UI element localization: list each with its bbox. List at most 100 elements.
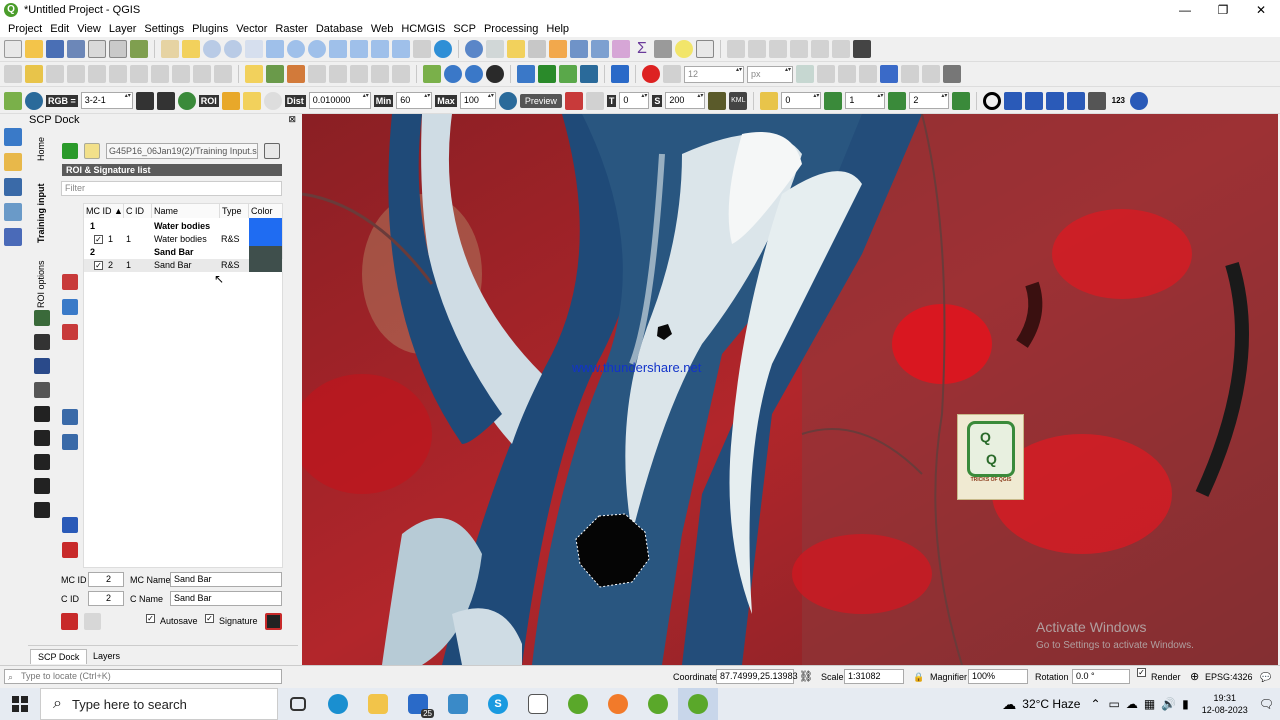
mail-app[interactable]: 25 bbox=[398, 688, 438, 720]
number-icon[interactable]: 123 bbox=[1109, 92, 1127, 110]
menu-raster[interactable]: Raster bbox=[271, 23, 311, 35]
plugin-2-icon[interactable] bbox=[559, 65, 577, 83]
bookmark-icon[interactable] bbox=[413, 40, 431, 58]
magnifier-field[interactable]: 100% bbox=[968, 669, 1028, 684]
reverse-line-icon[interactable] bbox=[880, 65, 898, 83]
toggle-editing-icon[interactable] bbox=[25, 65, 43, 83]
menu-database[interactable]: Database bbox=[312, 23, 367, 35]
digitize-2-icon[interactable] bbox=[748, 40, 766, 58]
photos-app[interactable] bbox=[438, 688, 478, 720]
map-canvas[interactable]: Q Q TRICKS OF QGIS www.thundershare.net … bbox=[302, 114, 1278, 665]
reset-training-icon[interactable] bbox=[264, 143, 280, 159]
dock-close-icon[interactable]: ⊠ bbox=[288, 114, 296, 125]
rotation-field[interactable]: 0.0 ° bbox=[1072, 669, 1130, 684]
scp-home-icon[interactable] bbox=[4, 91, 22, 110]
node-icon[interactable] bbox=[1046, 91, 1065, 110]
python-icon[interactable] bbox=[517, 65, 535, 83]
shape-icon[interactable] bbox=[901, 65, 919, 83]
zoom-selection-icon[interactable] bbox=[287, 40, 305, 58]
advanced-digitize-icon[interactable] bbox=[796, 65, 814, 83]
download-products-icon[interactable] bbox=[34, 358, 50, 374]
snapping-icon[interactable] bbox=[663, 65, 681, 83]
plugin-3-icon[interactable] bbox=[580, 65, 598, 83]
value-2-field[interactable]: 1 bbox=[845, 92, 886, 109]
band-calc-icon[interactable] bbox=[34, 454, 50, 470]
calc-signature-icon[interactable] bbox=[62, 299, 78, 315]
scale-select[interactable]: 1:31082 bbox=[844, 669, 904, 684]
add-raster-icon[interactable] bbox=[4, 153, 22, 171]
add-database-icon[interactable] bbox=[4, 228, 22, 246]
zoom-preview-icon[interactable] bbox=[498, 91, 517, 110]
value-1-field[interactable]: 0 bbox=[781, 92, 822, 109]
menu-view[interactable]: View bbox=[73, 23, 105, 35]
tab-roi-options[interactable]: ROI options bbox=[36, 259, 52, 309]
volume-icon[interactable]: 🔊 bbox=[1161, 697, 1176, 711]
filter-input[interactable]: Filter bbox=[61, 181, 282, 196]
open-training-icon[interactable] bbox=[84, 143, 100, 159]
road-icon[interactable] bbox=[1088, 91, 1107, 110]
digitize-5-icon[interactable] bbox=[811, 40, 829, 58]
merge-icon[interactable] bbox=[62, 274, 78, 290]
preview-button[interactable]: Preview bbox=[519, 93, 562, 108]
min-field[interactable]: 60 bbox=[396, 92, 433, 109]
tab-scp-dock[interactable]: SCP Dock bbox=[30, 649, 88, 664]
paste-features-icon[interactable] bbox=[172, 65, 190, 83]
zoom-out-icon[interactable] bbox=[224, 40, 242, 58]
select-by-value-icon[interactable] bbox=[528, 40, 546, 58]
snap-icon[interactable] bbox=[1067, 91, 1086, 110]
col-type[interactable]: Type bbox=[220, 204, 249, 218]
mc-name-field[interactable]: Sand Bar bbox=[170, 572, 282, 587]
label-tool-icon[interactable] bbox=[245, 65, 263, 83]
row-color-swatch[interactable] bbox=[249, 218, 282, 234]
zoom-layer-icon[interactable] bbox=[308, 40, 326, 58]
save-edits-icon[interactable] bbox=[46, 65, 64, 83]
label-change-icon[interactable] bbox=[371, 65, 389, 83]
table-row[interactable]: ✓ 1 1 Water bodies R&S bbox=[84, 233, 283, 246]
new-project-icon[interactable] bbox=[4, 40, 22, 58]
label-rotate-icon[interactable] bbox=[350, 65, 368, 83]
save-project-icon[interactable] bbox=[46, 40, 64, 58]
deselect-icon[interactable] bbox=[549, 40, 567, 58]
postprocessing-icon[interactable] bbox=[34, 430, 50, 446]
s-field[interactable]: 200 bbox=[665, 92, 706, 109]
text-annotation-icon[interactable] bbox=[696, 40, 714, 58]
save-roi-icon[interactable] bbox=[61, 613, 78, 630]
font-size-field[interactable]: 12 bbox=[684, 65, 744, 83]
diagram-icon[interactable] bbox=[392, 65, 410, 83]
globe-2-icon[interactable] bbox=[465, 65, 483, 83]
digitize-6-icon[interactable] bbox=[832, 40, 850, 58]
menu-scp[interactable]: SCP bbox=[449, 23, 480, 35]
add-roi-icon[interactable] bbox=[242, 91, 261, 110]
autosave-checkbox[interactable]: ✓ bbox=[146, 614, 155, 623]
row-color-swatch[interactable] bbox=[249, 246, 282, 259]
maximize-button[interactable]: ❐ bbox=[1204, 0, 1242, 20]
qgis-app-2[interactable] bbox=[638, 688, 678, 720]
curve-icon[interactable] bbox=[1025, 91, 1044, 110]
pin-icon[interactable] bbox=[1130, 91, 1149, 110]
dist-field[interactable]: 0.010000 bbox=[308, 92, 371, 109]
map-tips-icon[interactable] bbox=[675, 40, 693, 58]
create-roi-icon[interactable] bbox=[221, 91, 240, 110]
zoom-in-icon[interactable] bbox=[203, 40, 221, 58]
add-vector-2-icon[interactable] bbox=[4, 178, 22, 196]
add-feature-icon[interactable] bbox=[67, 65, 85, 83]
export-icon[interactable] bbox=[62, 542, 78, 558]
current-edits-icon[interactable] bbox=[4, 65, 22, 83]
band-2-icon[interactable] bbox=[156, 91, 175, 110]
split-icon[interactable] bbox=[838, 65, 856, 83]
undo-roi-icon[interactable] bbox=[84, 613, 101, 630]
table-row-group[interactable]: 1 Water bodies bbox=[84, 218, 283, 234]
label-pin-icon[interactable] bbox=[266, 65, 284, 83]
weather-icon[interactable]: ☁ bbox=[1002, 696, 1016, 713]
copy-features-icon[interactable] bbox=[151, 65, 169, 83]
col-name[interactable]: Name bbox=[152, 204, 220, 218]
zoom-rubber-icon[interactable] bbox=[245, 40, 263, 58]
magnet-icon[interactable] bbox=[642, 65, 660, 83]
pan-hand-icon[interactable] bbox=[161, 40, 179, 58]
layout-manager-icon[interactable] bbox=[109, 40, 127, 58]
label-highlight-icon[interactable] bbox=[287, 65, 305, 83]
select-features-icon[interactable] bbox=[507, 40, 525, 58]
font-unit-select[interactable]: px bbox=[747, 65, 793, 83]
band-processing-icon[interactable] bbox=[34, 406, 50, 422]
style-manager-icon[interactable] bbox=[130, 40, 148, 58]
